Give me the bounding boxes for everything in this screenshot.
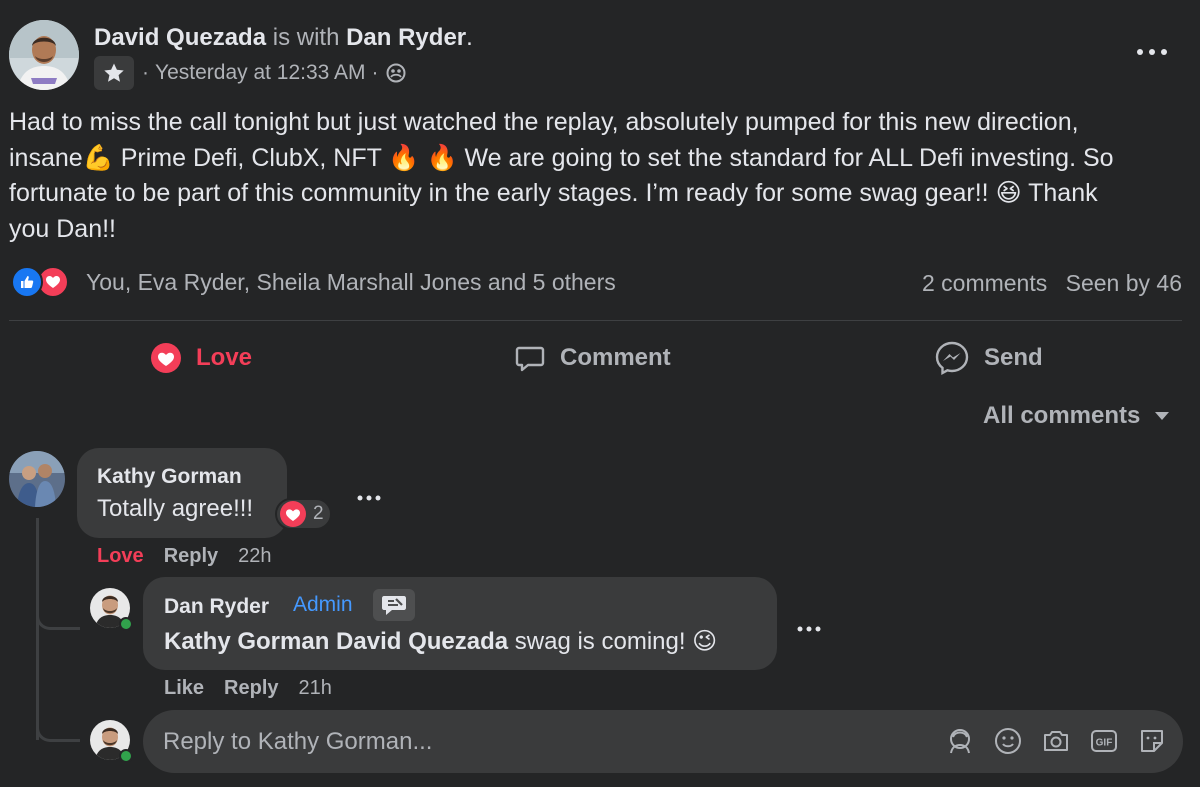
meta-separator: · [142,61,149,84]
commenter-avatar[interactable] [9,451,65,507]
reply-input[interactable] [163,710,923,773]
comment-bubble: Kathy Gorman Totally agree!!! [77,448,287,538]
post-author-line: David Quezada is with Dan Ryder. [94,24,473,52]
author-line-period: . [466,24,473,51]
thread-connector [36,606,80,630]
reply-time[interactable]: 21h [299,677,332,700]
messenger-icon [935,341,969,376]
comment-reaction-count[interactable]: 2 [275,498,332,530]
post-stats: 2 comments Seen by 46 [922,270,1182,297]
love-reaction-icon [280,501,306,527]
admin-badge[interactable]: Admin [293,593,353,617]
with-text: is with [272,24,340,51]
love-icon [151,343,181,373]
camera-icon[interactable] [1039,724,1073,758]
seen-by[interactable]: Seen by 46 [1066,270,1182,296]
svg-text:GIF: GIF [1096,738,1113,749]
post-line: you Dan!! [9,214,117,243]
reply-bubble: Dan Ryder Admin Kathy Gorman David Queza… [143,577,777,670]
author-name[interactable]: David Quezada [94,24,266,51]
reaction-count: 2 [313,503,324,524]
comments-count[interactable]: 2 comments [922,270,1047,296]
love-button[interactable]: Love [150,338,252,378]
divider [9,320,1182,321]
comment-filter-dropdown[interactable]: All comments [983,402,1170,430]
reply-message: swag is coming! 😉 [508,628,718,655]
comment-filter-label: All comments [983,402,1141,429]
post-body: Had to miss the call tonight but just wa… [9,105,1189,247]
post-line: fortunate to be part of this community i… [9,179,1098,207]
post-options-icon[interactable] [1132,40,1172,64]
conversation-starter-icon[interactable] [373,589,415,621]
love-label: Love [196,344,253,371]
replier-name[interactable]: Dan Ryder [164,595,269,619]
author-avatar[interactable] [9,20,79,90]
reply-text: Kathy Gorman David Quezada swag is comin… [164,627,717,656]
audience-icon[interactable] [385,62,407,84]
post-meta: · Yesterday at 12:33 AM · [94,56,407,90]
reactors-text[interactable]: You, Eva Ryder, Sheila Marshall Jones an… [86,269,616,296]
post-line: Had to miss the call tonight but just wa… [9,108,1079,136]
sticker-icon[interactable] [1135,724,1169,758]
reactions-summary[interactable]: You, Eva Ryder, Sheila Marshall Jones an… [11,266,616,298]
comment-options-icon[interactable] [356,489,382,507]
reply-options-icon[interactable] [796,620,822,638]
send-button[interactable]: Send [934,338,1043,378]
composer-icons: GIF [929,724,1169,758]
reply-reply-button[interactable]: Reply [224,677,278,700]
tagged-name[interactable]: Dan Ryder [346,24,466,51]
post-line: insane💪 Prime Defi, ClubX, NFT 🔥 🔥 We ar… [9,143,1114,172]
comment-love-button[interactable]: Love [97,545,144,568]
thread-line [36,518,39,740]
caret-down-icon [1155,412,1170,420]
commenter-name[interactable]: Kathy Gorman [97,465,242,489]
mention-link[interactable]: David Quezada [336,628,508,655]
star-icon[interactable] [94,56,134,90]
comment-label: Comment [560,344,671,371]
comment-time[interactable]: 22h [238,545,271,568]
comment-text: Totally agree!!! [97,495,254,522]
like-reaction-icon [11,266,43,298]
post-timestamp[interactable]: Yesterday at 12:33 AM [155,61,366,85]
thread-connector [36,718,80,742]
comment-button[interactable]: Comment [514,338,671,378]
comment-actions: Love Reply 22h [97,545,272,568]
online-status-dot [119,749,133,763]
meta-separator-2: · [371,61,379,84]
comment-reply-button[interactable]: Reply [164,545,218,568]
send-label: Send [984,344,1043,371]
online-status-dot [119,617,133,631]
comment-icon [515,346,545,372]
reply-composer: GIF [143,710,1183,773]
emoji-icon[interactable] [991,724,1025,758]
reply-like-button[interactable]: Like [164,677,204,700]
reply-actions: Like Reply 21h [164,677,332,700]
mention-link[interactable]: Kathy Gorman [164,628,329,655]
avatar-sticker-icon[interactable] [943,724,977,758]
gif-icon[interactable]: GIF [1087,724,1121,758]
